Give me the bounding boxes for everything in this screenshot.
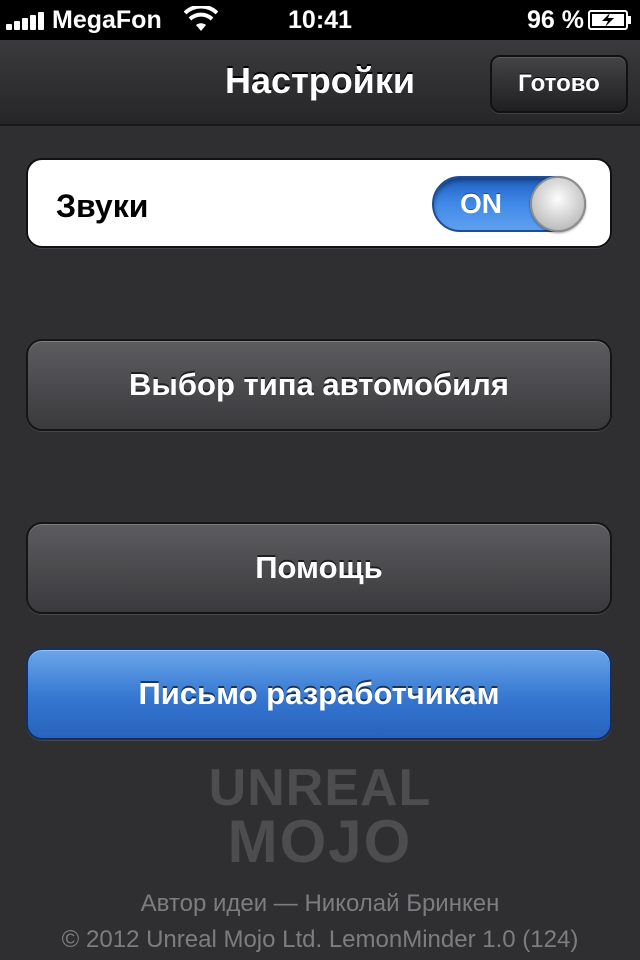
unreal-mojo-logo: UNREAL MOJO [0,762,640,872]
sound-toggle[interactable]: ON [432,176,586,232]
sound-setting-row: Звуки ON [26,158,612,248]
help-button[interactable]: Помощь [26,522,612,614]
author-credit: Автор идеи — Николай Бринкен [140,890,500,917]
battery-percent: 96 % [527,6,584,34]
sound-label: Звуки [56,188,149,224]
logo-line-1: UNREAL [208,759,432,817]
car-type-button[interactable]: Выбор типа автомобиля [26,339,612,431]
toggle-state-label: ON [460,188,502,219]
navigation-bar: Настройки Готово [0,40,640,126]
toggle-knob [530,176,586,232]
mail-developers-button[interactable]: Письмо разработчикам [26,648,612,740]
status-bar: MegaFon 10:41 96 % [0,0,640,40]
logo-line-2: MOJO [227,808,413,875]
battery-charging-icon [588,10,631,30]
copyright-text: © 2012 Unreal Mojo Ltd. LemonMinder 1.0 … [61,926,579,953]
done-button[interactable]: Готово [490,55,628,113]
